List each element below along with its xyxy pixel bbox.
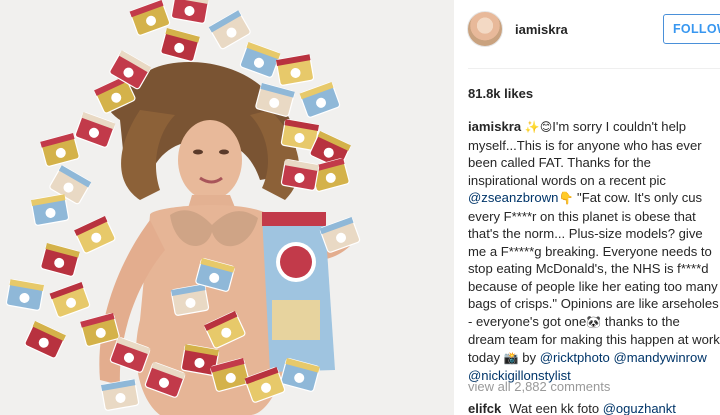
mention-link[interactable]: @ricktphoto [540,350,610,365]
mention-link[interactable]: @mandywinrow [613,350,706,365]
caption-text-2: "Fat cow. It's only cus every F****r on … [468,190,719,329]
post-photo [0,0,454,415]
crisp-packet [280,159,320,191]
comment-username[interactable]: elifck [468,401,501,415]
crisp-packet [100,379,140,411]
caption-username[interactable]: iamiskra [468,119,521,134]
mention-link[interactable]: @zseanzbrown [468,190,558,205]
comment-item: elifck Wat een kk foto @oguzhankt [468,401,676,415]
mention-link[interactable]: @oguzhankt [603,401,676,415]
pointing-down-emoji: 👇 [558,191,574,205]
post-username[interactable]: iamiskra [515,22,568,37]
caption-text-4: by [518,349,540,365]
post-sidebar: iamiskra FOLLOW 81.8k likes iamiskra ✨😊I… [454,0,720,415]
crisp-packet [170,284,210,316]
crisp-packet [275,54,315,86]
caption: iamiskra ✨😊I'm sorry I couldn't help mys… [468,118,720,385]
avatar[interactable] [467,11,503,47]
header-divider [468,68,720,69]
comment-text: Wat een kk foto [509,401,603,415]
view-all-comments-link[interactable]: view all 2,882 comments [468,379,610,394]
like-count[interactable]: 81.8k likes [468,86,533,101]
panda-emoji: 🐼 [586,314,602,329]
crisp-packet [5,279,45,311]
crisp-packet [30,194,70,226]
sparkles-smile-emoji: ✨😊 [524,120,553,134]
post-header: iamiskra FOLLOW [454,0,720,60]
post-image[interactable] [0,0,454,415]
camera-emoji: 📸 [503,350,519,365]
follow-button[interactable]: FOLLOW [663,14,720,44]
